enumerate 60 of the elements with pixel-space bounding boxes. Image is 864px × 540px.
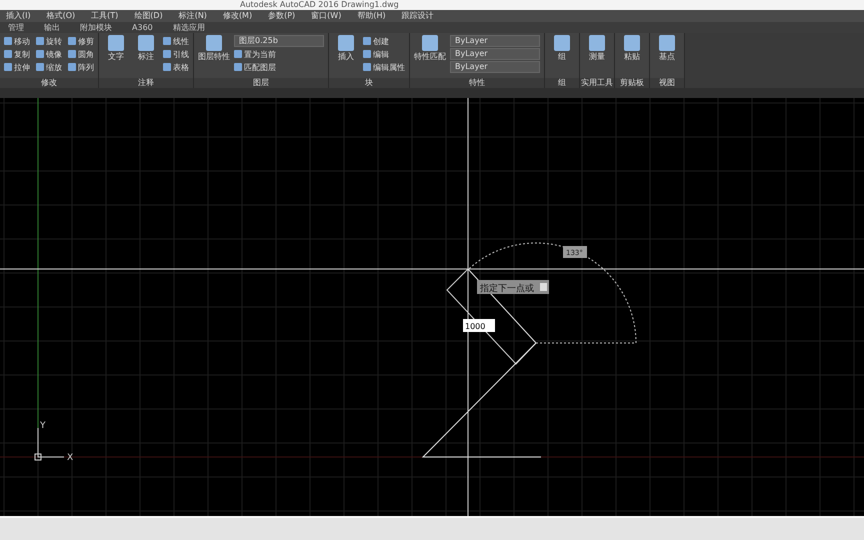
ribbon-tool[interactable]: 插入 (333, 34, 359, 61)
ribbon-tool[interactable]: 引线 (163, 48, 189, 61)
ribbon-tool[interactable]: 拉伸 (4, 60, 30, 74)
ribbon-tool[interactable]: 特性匹配 (414, 34, 446, 61)
ribbon-tool[interactable]: 镜像 (36, 48, 62, 61)
menu-item[interactable]: 帮助(H) (357, 10, 386, 22)
panel-title[interactable]: 视图 (650, 78, 684, 88)
ucs-icon (34, 428, 64, 461)
window-title: Autodesk AutoCAD 2016 Drawing1.dwg (0, 0, 864, 10)
ribbon-tab[interactable]: 精选应用 (170, 22, 207, 33)
axis-label: X (67, 453, 74, 464)
ribbon-tab[interactable]: A360 (130, 22, 155, 32)
menu-item[interactable]: 格式(O) (46, 10, 76, 22)
ribbon-tool[interactable]: 表格 (163, 60, 189, 74)
ribbon-tool[interactable]: 修剪 (68, 34, 94, 48)
ribbon-tab[interactable]: 管理 (6, 22, 26, 33)
ribbon-tool[interactable]: 测量 (584, 34, 610, 61)
length-input[interactable]: 1000 (463, 319, 495, 332)
dropdown[interactable]: ByLayer (450, 34, 540, 47)
ribbon-tab[interactable]: 输出 (42, 22, 62, 33)
dropdown[interactable]: ByLayer (450, 60, 540, 73)
ribbon-tool[interactable]: 移动 (4, 34, 30, 48)
ribbon-tool[interactable]: 阵列 (68, 60, 94, 74)
menu-item[interactable]: 跟踪设计 (402, 10, 434, 22)
ribbon-tool[interactable]: 线性 (163, 34, 189, 48)
dropdown[interactable]: ByLayer (450, 48, 540, 60)
menu-item[interactable]: 修改(M) (222, 10, 252, 22)
menu-item[interactable]: 窗口(W) (311, 10, 342, 22)
menu-item[interactable]: 工具(T) (91, 10, 118, 22)
ribbon-tool[interactable]: 缩放 (36, 60, 62, 74)
ribbon-tool[interactable]: 图层特性 (198, 34, 230, 61)
ribbon-tool[interactable]: 旋转 (36, 34, 62, 48)
panel-title[interactable]: 修改 (0, 78, 98, 88)
ribbon-tool[interactable]: 粘贴 (619, 34, 645, 61)
ribbon-tool[interactable]: 圆角 (68, 48, 94, 61)
menu-item[interactable]: 绘图(D) (134, 10, 163, 22)
ribbon-tool[interactable]: 置为当前 (234, 48, 324, 61)
panel-title[interactable]: 块 (329, 78, 409, 88)
panel-title[interactable]: 组 (545, 78, 579, 88)
dropdown[interactable]: 图层0.25b (234, 34, 324, 47)
menu-item[interactable]: 插入(I) (6, 10, 31, 22)
ribbon-tool[interactable]: 编辑属性 (363, 60, 405, 74)
axis-label: Y (40, 421, 46, 432)
ribbon-tool[interactable]: 组 (549, 34, 575, 61)
panel-title[interactable]: 图层 (194, 78, 328, 88)
panel-title[interactable]: 注释 (99, 78, 193, 88)
ribbon-tool[interactable]: 复制 (4, 48, 30, 61)
menu-item[interactable]: 标注(N) (178, 10, 207, 22)
menu-item[interactable]: 参数(P) (268, 10, 296, 22)
panel-title[interactable]: 剪贴板 (615, 78, 649, 88)
ribbon-tab[interactable]: 附加模块 (78, 22, 114, 33)
ribbon-tool[interactable]: 基点 (654, 34, 680, 61)
panel-title[interactable]: 实用工具 (580, 78, 614, 88)
command-prompt: 指定下一点或 (477, 280, 549, 294)
ribbon-tool[interactable]: 创建 (363, 34, 405, 48)
ribbon-tool[interactable]: 编辑 (363, 48, 405, 61)
ribbon-tool[interactable]: 匹配图层 (234, 60, 324, 74)
ribbon-tool[interactable]: 文字 (103, 34, 129, 61)
panel-title[interactable]: 特性 (410, 78, 544, 88)
ribbon-tool[interactable]: 标注 (133, 34, 159, 61)
